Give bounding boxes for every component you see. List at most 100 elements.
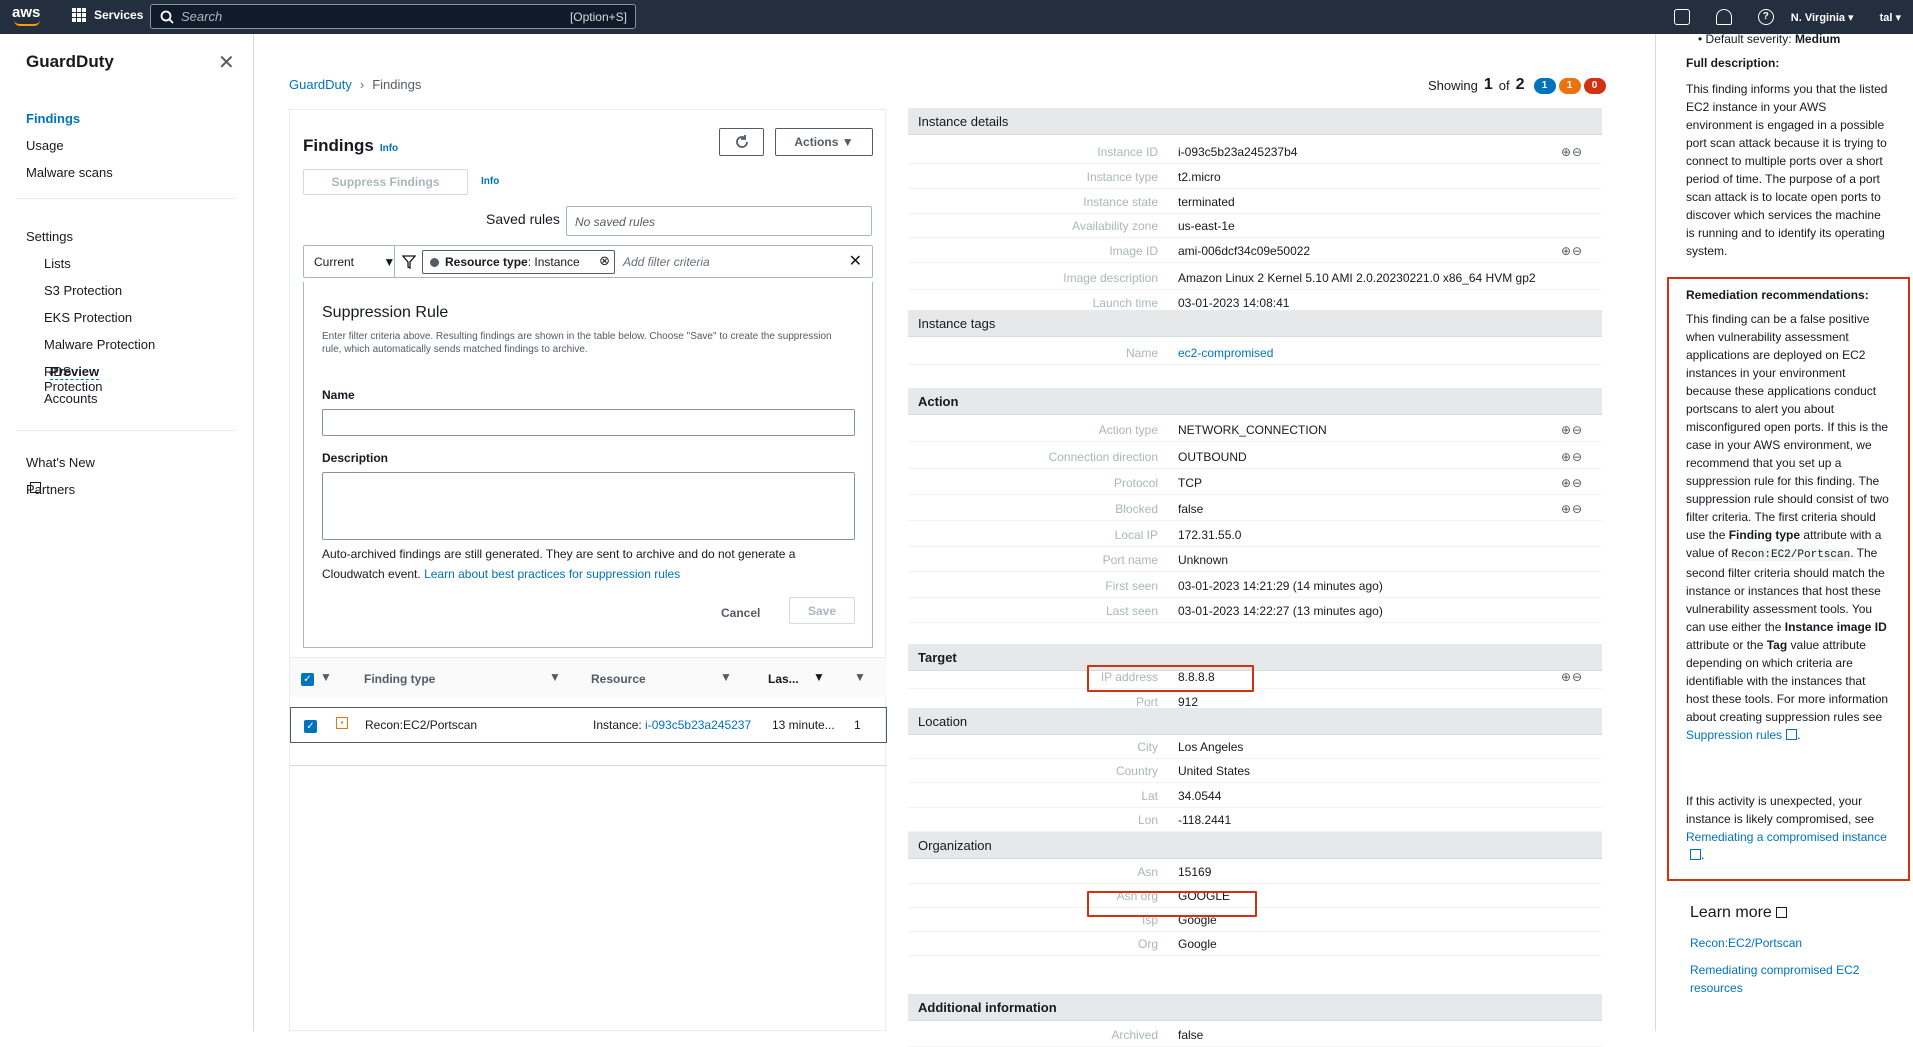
detail-value: 03-01-2023 14:22:27 (13 minutes ago) bbox=[1178, 604, 1383, 618]
filter-chip[interactable]: Resource type: Instance ⊗ bbox=[422, 250, 615, 274]
detail-row: Blocked false ⊕⊖ bbox=[908, 497, 1602, 521]
column-resource[interactable]: Resource bbox=[591, 672, 646, 686]
sidebar-item-accounts[interactable]: Accounts bbox=[44, 391, 97, 406]
zoom-in-out-icon[interactable]: ⊕⊖ bbox=[1561, 244, 1583, 258]
detail-key: Country bbox=[1115, 764, 1158, 778]
finding-type-cell[interactable]: Recon:EC2/Portscan bbox=[365, 718, 477, 732]
tag-value-link[interactable]: ec2-compromised bbox=[1178, 346, 1273, 360]
asn-org-highlight bbox=[1087, 891, 1257, 917]
zoom-in-out-icon[interactable]: ⊕⊖ bbox=[1561, 476, 1583, 490]
filter-icon bbox=[402, 255, 416, 269]
actions-button[interactable]: Actions ▼ bbox=[775, 128, 873, 156]
sort-icon[interactable]: ▼ bbox=[720, 670, 732, 684]
detail-row: IP address 8.8.8.8 ⊕⊖ bbox=[908, 665, 1602, 689]
column-last-seen[interactable]: Las... bbox=[768, 672, 799, 686]
select-all-checkbox[interactable]: ✓ bbox=[301, 673, 314, 686]
detail-row: First seen 03-01-2023 14:21:29 (14 minute… bbox=[908, 574, 1602, 598]
detail-key: Protocol bbox=[1113, 476, 1158, 490]
suppress-findings-button: Suppress Findings bbox=[303, 169, 468, 195]
save-button: Save bbox=[789, 597, 855, 624]
description-field[interactable] bbox=[322, 472, 855, 540]
detail-row: Protocol TCP ⊕⊖ bbox=[908, 471, 1602, 495]
help-icon[interactable]: ? bbox=[1757, 9, 1774, 25]
detail-row: Lon -118.2441 bbox=[908, 808, 1602, 832]
remove-chip-icon[interactable]: ⊗ bbox=[599, 253, 610, 269]
detail-key: Instance ID bbox=[1097, 145, 1158, 159]
filter-chip-key: Resource type bbox=[445, 255, 528, 269]
learn-link-portscan[interactable]: Recon:EC2/Portscan bbox=[1690, 934, 1895, 952]
refresh-button[interactable] bbox=[719, 128, 764, 156]
bell-icon[interactable] bbox=[1715, 9, 1732, 25]
services-label: Services bbox=[94, 8, 144, 22]
zoom-in-out-icon[interactable]: ⊕⊖ bbox=[1561, 450, 1583, 464]
region-selector[interactable]: N. Virginia ▾ bbox=[1791, 11, 1854, 24]
cancel-button[interactable]: Cancel bbox=[721, 606, 760, 620]
resource-link[interactable]: i-093c5b23a245237 bbox=[645, 718, 751, 732]
sidebar-item-findings[interactable]: Findings bbox=[26, 111, 80, 126]
zoom-in-out-icon[interactable]: ⊕⊖ bbox=[1561, 670, 1583, 684]
detail-row: Action type NETWORK_CONNECTION ⊕⊖ bbox=[908, 418, 1602, 442]
sidebar-item-whats-new[interactable]: What's New bbox=[26, 455, 95, 470]
saved-rules-select[interactable]: No saved rules bbox=[566, 206, 872, 236]
zoom-in-out-icon[interactable]: ⊕⊖ bbox=[1561, 423, 1583, 437]
best-practices-link[interactable]: Learn about best practices for suppressi… bbox=[424, 567, 680, 581]
preview-badge[interactable]: Preview bbox=[50, 364, 100, 380]
learn-link-portscan-text[interactable]: Recon:EC2/Portscan bbox=[1690, 936, 1802, 950]
detail-value: Amazon Linux 2 Kernel 5.10 AMI 2.0.20230… bbox=[1178, 271, 1536, 285]
sort-icon[interactable]: ▼ bbox=[549, 670, 561, 684]
detail-value: Unknown bbox=[1178, 553, 1229, 567]
close-icon[interactable]: ✕ bbox=[218, 50, 235, 75]
sort-icon[interactable]: ▼ bbox=[854, 670, 866, 684]
sidebar-item-s3-protection[interactable]: S3 Protection bbox=[44, 283, 122, 298]
detail-key: Connection direction bbox=[1048, 450, 1158, 464]
column-finding-type[interactable]: Finding type bbox=[364, 672, 435, 686]
name-field[interactable] bbox=[322, 409, 855, 436]
section-organization: Organization bbox=[908, 832, 1602, 859]
user-menu[interactable]: tal ▾ bbox=[1880, 11, 1901, 24]
learn-link-remediating[interactable]: Remediating compromised EC2 resources bbox=[1690, 961, 1880, 997]
detail-key: Instance type bbox=[1086, 170, 1158, 184]
zoom-in-out-icon[interactable]: ⊕⊖ bbox=[1561, 502, 1583, 516]
services-menu[interactable]: Services bbox=[72, 8, 143, 22]
resource-prefix: Instance: bbox=[593, 718, 642, 732]
description-label: Description bbox=[322, 451, 389, 465]
sort-icon[interactable]: ▼ bbox=[320, 670, 332, 684]
sidebar-item-lists[interactable]: Lists bbox=[44, 256, 71, 271]
suppress-info-link[interactable]: Info bbox=[481, 176, 499, 187]
section-instance-tags: Instance tags bbox=[908, 310, 1602, 337]
search-input[interactable]: Search [Option+S] bbox=[150, 4, 636, 29]
sort-desc-icon[interactable]: ▼ bbox=[813, 670, 825, 684]
clear-filter-icon[interactable]: ✕ bbox=[849, 251, 862, 271]
detail-key: Action type bbox=[1098, 423, 1158, 437]
sidebar-item-usage[interactable]: Usage bbox=[26, 138, 64, 153]
detail-key: City bbox=[1137, 740, 1158, 754]
sidebar-item-malware-protection[interactable]: Malware Protection bbox=[44, 337, 155, 352]
detail-row: Local IP 172.31.55.0 bbox=[908, 523, 1602, 547]
breadcrumb-guardduty[interactable]: GuardDuty bbox=[289, 77, 352, 92]
filter-current-select[interactable]: Current ▼ bbox=[314, 255, 395, 269]
info-link[interactable]: Info bbox=[380, 143, 398, 154]
detail-value: NETWORK_CONNECTION bbox=[1178, 423, 1327, 437]
add-filter-input[interactable]: Add filter criteria bbox=[623, 255, 710, 269]
detail-value: false bbox=[1178, 502, 1204, 516]
sidebar-item-eks-protection[interactable]: EKS Protection bbox=[44, 310, 132, 325]
cloudshell-icon[interactable] bbox=[1673, 9, 1690, 25]
zoom-in-out-icon[interactable]: ⊕⊖ bbox=[1561, 145, 1583, 159]
top-navigation-bar: aws Services Search [Option+S] ? N. Virg… bbox=[0, 0, 1913, 34]
detail-value: t2.micro bbox=[1178, 170, 1221, 184]
detail-key: Asn bbox=[1137, 865, 1158, 879]
table-row[interactable]: ✓ ▪ Recon:EC2/Portscan Instance: i-093c5… bbox=[290, 707, 887, 743]
detail-key: Name bbox=[1125, 346, 1158, 360]
detail-key: Image description bbox=[1063, 271, 1158, 285]
row-checkbox[interactable]: ✓ bbox=[304, 720, 317, 733]
detail-value: 172.31.55.0 bbox=[1178, 528, 1242, 542]
detail-row: Lat 34.0544 bbox=[908, 784, 1602, 808]
last-seen-cell: 13 minute... bbox=[772, 718, 835, 732]
sidebar-item-malware-scans[interactable]: Malware scans bbox=[26, 165, 113, 180]
remediation-highlight bbox=[1667, 277, 1910, 881]
divider bbox=[16, 430, 236, 431]
learn-link-remediating-text[interactable]: Remediating compromised EC2 resources bbox=[1690, 963, 1859, 995]
sidebar: GuardDuty ✕ Findings Usage Malware scans… bbox=[0, 34, 254, 1031]
suppression-note: Auto-archived findings are still generat… bbox=[322, 544, 852, 584]
aws-logo[interactable]: aws bbox=[12, 4, 42, 30]
